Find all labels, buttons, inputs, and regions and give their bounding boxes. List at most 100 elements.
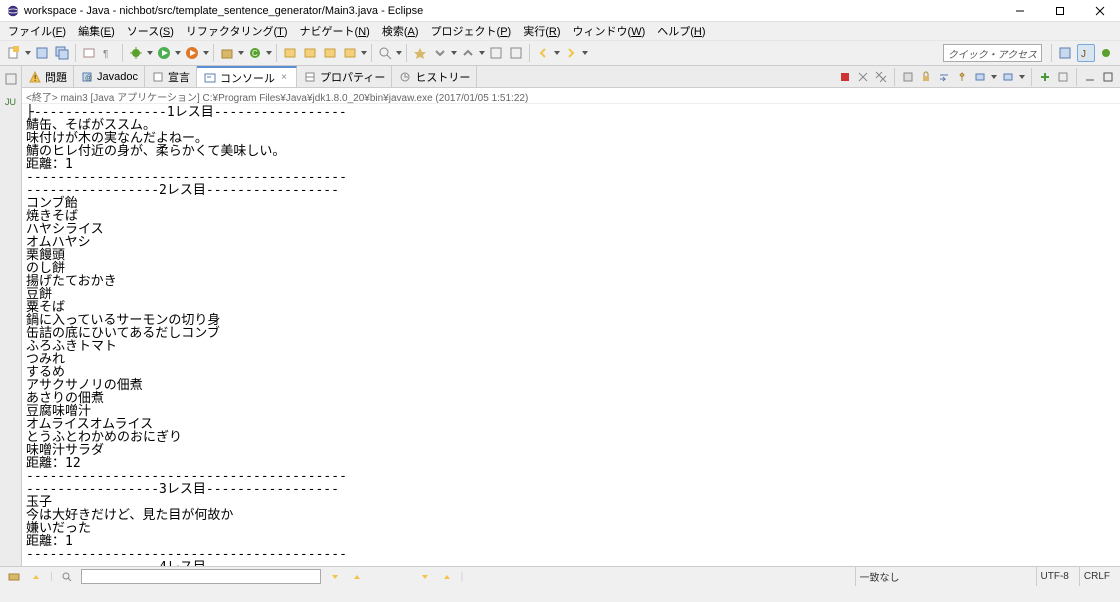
quick-access-input[interactable]: クイック・アクセス [943,44,1042,62]
new-icon[interactable] [5,44,23,62]
find-icon[interactable] [59,569,75,585]
dropdown-icon[interactable] [478,44,486,62]
status-lineend: CRLF [1079,567,1114,586]
warn-icon: ! [28,70,42,84]
svg-text:C: C [252,49,258,58]
find-prev2-icon[interactable] [439,569,455,585]
show-whitespace-icon[interactable]: ¶ [100,44,118,62]
view-tabs: !問題@Javadoc宣言コンソール ×プロパティーヒストリー [22,66,1120,88]
menu-r[interactable]: 実行(R) [517,22,566,40]
terminate-icon[interactable] [837,69,853,85]
editor-presentation-icon[interactable] [507,44,525,62]
dropdown-icon[interactable] [202,44,210,62]
new-package-icon[interactable] [218,44,236,62]
tab-history[interactable]: ヒストリー [392,66,477,87]
save-icon[interactable] [33,44,51,62]
menu-t[interactable]: リファクタリング(T) [180,22,294,40]
menu-s[interactable]: ソース(S) [121,22,180,40]
tab-javadoc[interactable]: @Javadoc [74,66,145,87]
dropdown-icon[interactable] [1018,68,1026,86]
next-annotation-icon[interactable] [431,44,449,62]
junit-icon[interactable]: JU [2,92,20,110]
console-icon [203,71,217,85]
find-input[interactable] [81,569,321,584]
find-prev-yellow-icon[interactable] [349,569,365,585]
trim-stack: JU [0,66,22,566]
svg-text:JU: JU [5,97,16,107]
menu-p[interactable]: プロジェクト(P) [425,22,518,40]
dropdown-icon[interactable] [174,44,182,62]
toggle-block-icon[interactable] [487,44,505,62]
dropdown-icon[interactable] [553,44,561,62]
menu-e[interactable]: 編集(E) [72,22,121,40]
debug-perspective-icon[interactable] [1097,44,1115,62]
menubar: ファイル(F)編集(E)ソース(S)リファクタリング(T)ナビゲート(N)検索(… [0,22,1120,40]
open-task-list-icon[interactable] [321,44,339,62]
run-icon[interactable] [155,44,173,62]
java-perspective-icon[interactable]: J [1077,44,1095,62]
minimize-button[interactable] [1000,0,1040,22]
word-wrap-icon[interactable] [936,69,952,85]
console-output[interactable]: ├-----------------1レス目----------------- … [22,104,1120,566]
maximize-button[interactable] [1040,0,1080,22]
titlebar: workspace - Java - nichbot/src/template_… [0,0,1120,22]
statusbar: | | 一致なし UTF-8 CRLF [0,566,1120,586]
new-console-icon[interactable] [1037,69,1053,85]
remove-launch-icon[interactable] [855,69,871,85]
restore-icon[interactable] [2,70,20,88]
clear-console-icon[interactable] [900,69,916,85]
menu-f[interactable]: ファイル(F) [2,22,72,40]
dropdown-icon[interactable] [146,44,154,62]
svg-text:!: ! [34,74,36,83]
remove-all-icon[interactable] [873,69,889,85]
menu-w[interactable]: ウィンドウ(W) [567,22,652,40]
dropdown-icon[interactable] [24,44,32,62]
close-tab-icon[interactable]: × [278,72,290,84]
tab-warn[interactable]: !問題 [22,66,74,87]
dropdown-icon[interactable] [360,44,368,62]
dropdown-icon[interactable] [581,44,589,62]
tab-decl[interactable]: 宣言 [145,66,197,87]
close-button[interactable] [1080,0,1120,22]
pin-console-icon[interactable] [954,69,970,85]
minimize-view-icon[interactable] [1082,69,1098,85]
svg-text:@: @ [85,75,92,82]
open-type-hierarchy-icon[interactable] [301,44,319,62]
find-next-yellow-icon[interactable] [327,569,343,585]
svg-text:J: J [1081,49,1086,60]
svg-text:¶: ¶ [103,49,108,60]
search-icon[interactable] [376,44,394,62]
scroll-lock-icon[interactable] [918,69,934,85]
debug-icon[interactable] [127,44,145,62]
open-resource-icon[interactable] [341,44,359,62]
open-type-icon[interactable] [281,44,299,62]
display-selected-icon[interactable] [972,69,988,85]
prev-annotation-icon[interactable] [459,44,477,62]
maximize-view-icon[interactable] [1100,69,1116,85]
open-perspective-icon[interactable] [1056,44,1074,62]
dropdown-icon[interactable] [395,44,403,62]
show-key-assist-icon[interactable] [6,569,22,585]
dropdown-icon[interactable] [237,44,245,62]
window-title: workspace - Java - nichbot/src/template_… [24,5,1000,17]
find-next-icon[interactable] [417,569,433,585]
tab-console[interactable]: コンソール × [197,66,297,87]
open-task-icon[interactable] [80,44,98,62]
dropdown-icon[interactable] [990,68,998,86]
menu-a[interactable]: 検索(A) [376,22,425,40]
run-last-icon[interactable] [183,44,201,62]
back-icon[interactable] [534,44,552,62]
show-console-icon[interactable] [1055,69,1071,85]
save-all-icon[interactable] [53,44,71,62]
menu-n[interactable]: ナビゲート(N) [294,22,376,40]
toggle-mark-icon[interactable] [411,44,429,62]
decl-icon [151,70,165,84]
tab-props[interactable]: プロパティー [297,66,392,87]
open-console-icon[interactable] [1000,69,1016,85]
dropdown-icon[interactable] [450,44,458,62]
forward-icon[interactable] [562,44,580,62]
dropdown-icon[interactable] [265,44,273,62]
new-class-icon[interactable]: C [246,44,264,62]
find-prev-icon[interactable] [28,569,44,585]
menu-h[interactable]: ヘルプ(H) [651,22,711,40]
